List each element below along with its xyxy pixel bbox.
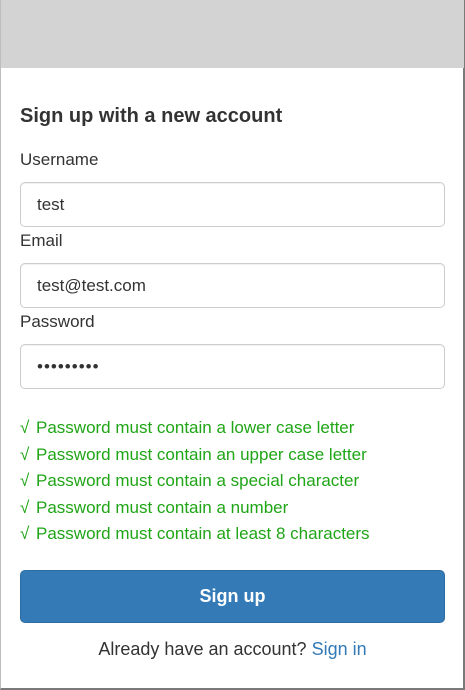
requirement-text: Password must contain an upper case lett…: [36, 444, 367, 464]
requirement-min-length: √ Password must contain at least 8 charac…: [20, 521, 445, 548]
form-heading: Sign up with a new account: [20, 105, 283, 127]
requirement-uppercase: √ Password must contain an upper case let…: [20, 442, 445, 469]
username-input[interactable]: [20, 182, 445, 227]
email-label: Email: [20, 231, 63, 250]
requirement-number: √ Password must contain a number: [20, 495, 445, 522]
check-icon: √: [20, 497, 30, 517]
top-bar: [1, 0, 464, 68]
password-requirements: √ Password must contain a lower case lett…: [20, 415, 445, 548]
sign-in-link[interactable]: Sign in: [312, 639, 367, 659]
sign-in-prompt: Already have an account? Sign in: [20, 639, 445, 660]
check-icon: √: [20, 444, 30, 464]
requirement-special-character: √ Password must contain a special charact…: [20, 468, 445, 495]
check-icon: √: [20, 524, 30, 543]
password-input[interactable]: [20, 344, 445, 389]
requirement-text: Password must contain a special characte…: [36, 471, 360, 490]
requirement-text: Password must contain a lower case lette…: [36, 418, 355, 437]
check-icon: √: [20, 471, 30, 490]
signup-form: Sign up with a new account Username Emai…: [20, 104, 445, 660]
password-label: Password: [20, 312, 95, 331]
username-label: Username: [20, 150, 99, 169]
requirement-text: Password must contain at least 8 charact…: [36, 524, 370, 543]
check-icon: √: [20, 418, 30, 437]
requirement-text: Password must contain a number: [36, 497, 289, 517]
sign-up-button[interactable]: Sign up: [20, 569, 445, 623]
sign-in-prompt-text: Already have an account?: [98, 638, 307, 659]
window-frame: Sign up with a new account Username Emai…: [0, 0, 465, 690]
requirement-lowercase: √ Password must contain a lower case lett…: [20, 415, 445, 442]
email-input[interactable]: [20, 263, 445, 308]
